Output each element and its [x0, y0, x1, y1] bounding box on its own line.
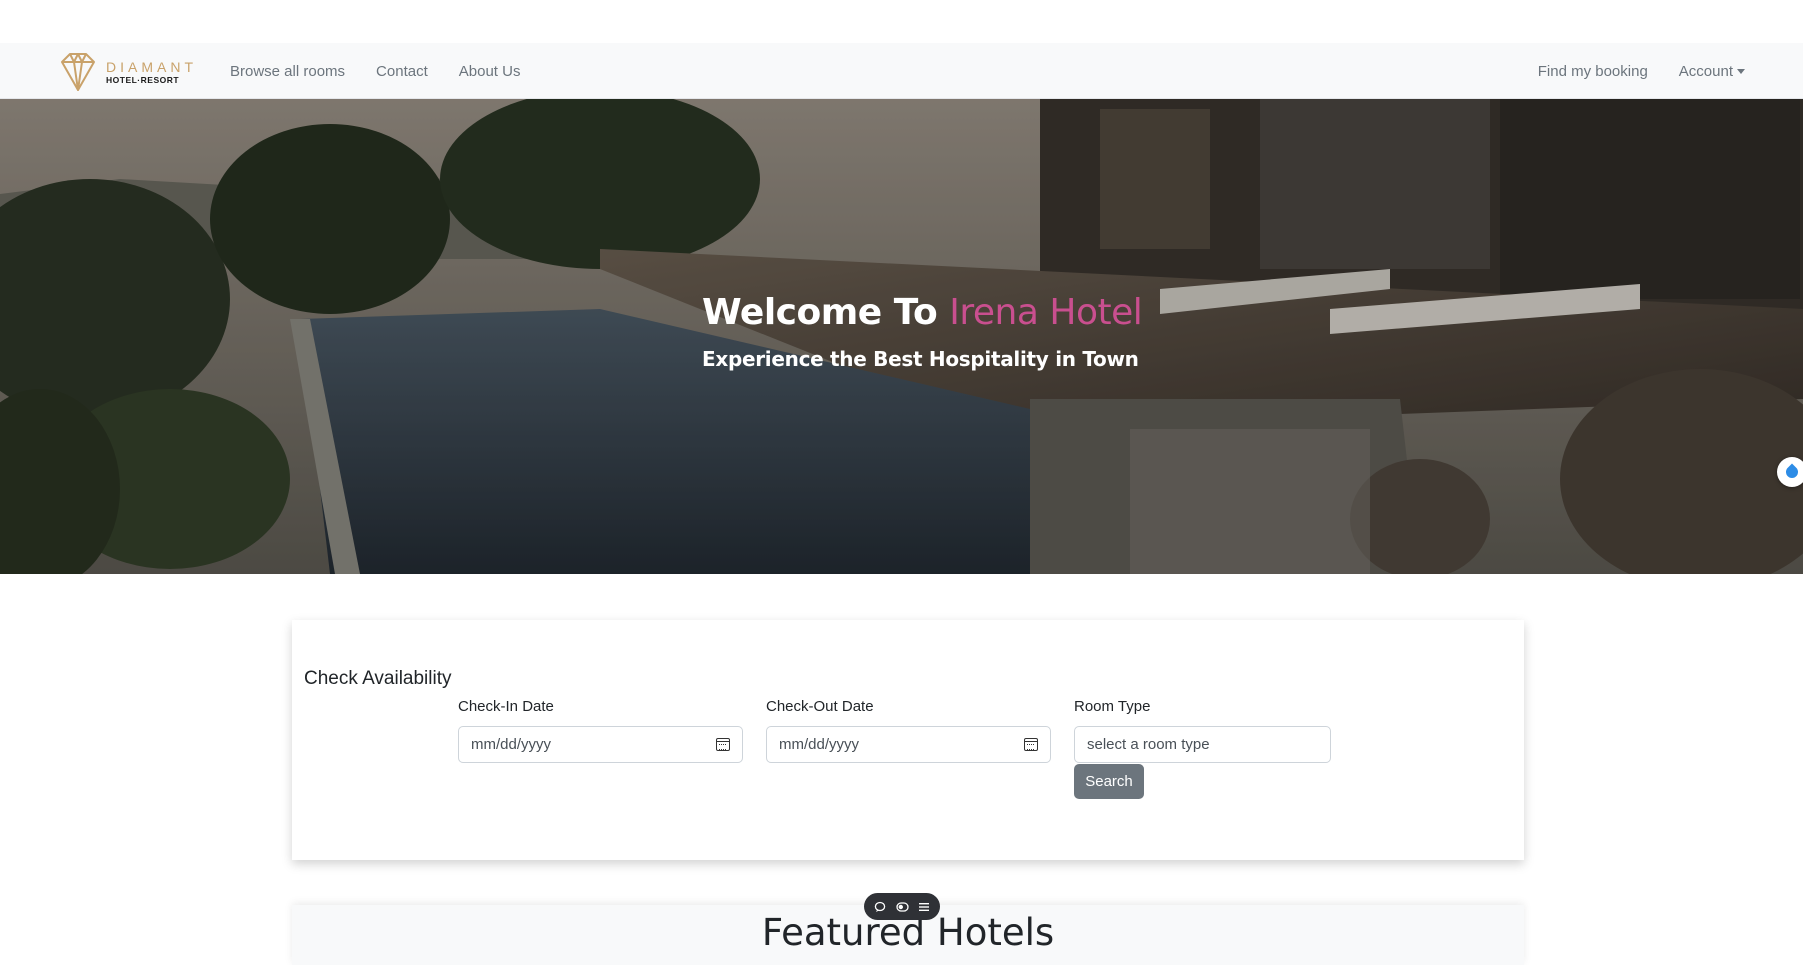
diamond-logo-icon [61, 53, 95, 91]
check-out-label: Check-Out Date [766, 698, 874, 715]
check-availability-card: Check Availability Check-In Date mm/dd/y… [292, 620, 1524, 860]
menu-icon[interactable] [917, 900, 931, 914]
check-in-label: Check-In Date [458, 698, 554, 715]
room-type-select[interactable]: select a room type [1074, 726, 1331, 763]
water-drop-widget[interactable] [1777, 457, 1803, 487]
brand-name: DIAMANT [106, 58, 197, 75]
brand-subtitle: HOTEL·RESORT [106, 74, 180, 85]
nav-contact[interactable]: Contact [376, 63, 428, 80]
hero-title-accent: Irena Hotel [949, 292, 1143, 333]
nav-right: Find my booking Account [1538, 43, 1745, 99]
chat-icon[interactable] [873, 900, 887, 914]
hero-title-prefix: Welcome To [702, 292, 938, 333]
search-button[interactable]: Search [1074, 764, 1144, 799]
nav-find-booking[interactable]: Find my booking [1538, 63, 1648, 80]
nav-browse-rooms[interactable]: Browse all rooms [230, 63, 345, 80]
water-drop-icon [1783, 463, 1801, 481]
account-label: Account [1678, 62, 1733, 80]
brand-logo[interactable]: DIAMANT HOTEL·RESORT [56, 50, 197, 94]
check-availability-title: Check Availability [304, 668, 452, 689]
check-in-date-input[interactable]: mm/dd/yyyy [458, 726, 743, 763]
room-type-label: Room Type [1074, 698, 1151, 715]
calendar-icon[interactable] [716, 738, 730, 751]
nav-about-us[interactable]: About Us [459, 63, 521, 80]
toggle-icon[interactable] [895, 900, 909, 914]
check-in-placeholder: mm/dd/yyyy [471, 736, 552, 753]
hero-subtitle: Experience the Best Hospitality in Town [702, 347, 1139, 371]
floating-toolbar [864, 893, 940, 920]
navbar: DIAMANT HOTEL·RESORT Browse all rooms Co… [0, 43, 1803, 99]
nav-account-dropdown[interactable]: Account [1679, 63, 1745, 80]
calendar-icon[interactable] [1024, 738, 1038, 751]
caret-down-icon [1737, 69, 1745, 75]
hero-overlay [0, 99, 1803, 574]
room-type-placeholder: select a room type [1087, 736, 1210, 753]
hero-banner: Welcome To Irena Hotel Experience the Be… [0, 99, 1803, 574]
check-out-date-input[interactable]: mm/dd/yyyy [766, 726, 1051, 763]
check-out-placeholder: mm/dd/yyyy [779, 736, 860, 753]
hero-title: Welcome To Irena Hotel [702, 292, 1143, 333]
nav-left: Browse all rooms Contact About Us [230, 43, 520, 99]
